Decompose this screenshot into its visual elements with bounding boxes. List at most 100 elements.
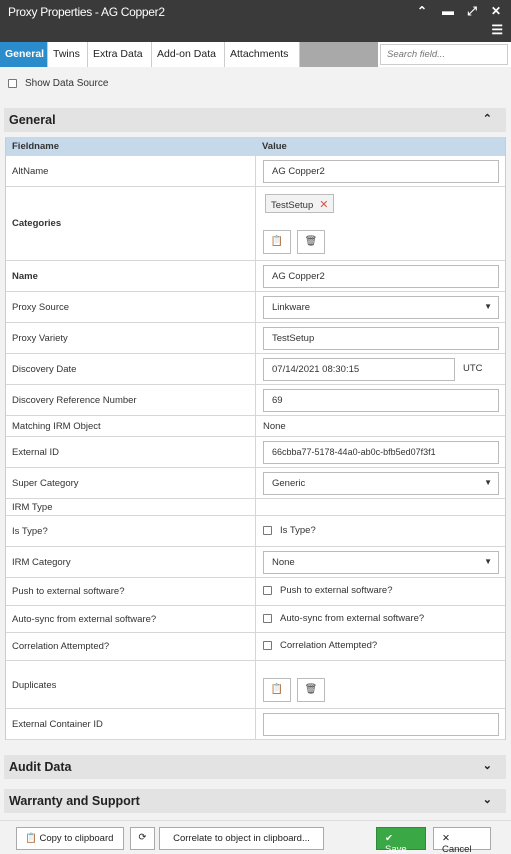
warranty-section-title: Warranty and Support [9,794,140,808]
irm-category-label: IRM Category [12,557,71,568]
row-duplicates: Duplicates 📋 🗑 [6,661,505,709]
tab-bar-filler [300,42,378,67]
paste-icon[interactable]: 📋 [263,678,291,702]
title-bar: Proxy Properties - AG Copper2 ⌃ ▬ ⤢ ✕ ☰ [0,0,511,42]
window-title: Proxy Properties - AG Copper2 [8,5,165,19]
properties-grid: Fieldname Value AltName AG Copper2 Categ… [5,137,506,740]
copy-icon: 📋 [25,833,37,844]
search-input[interactable] [380,44,508,65]
show-data-source-checkbox[interactable] [8,79,17,88]
push-external-checkbox[interactable]: Push to external software? [263,585,392,596]
irm-type-label: IRM Type [12,502,53,513]
save-button[interactable]: ✔ Save [376,827,426,854]
ext-container-label: External Container ID [12,719,103,730]
ext-container-input[interactable] [263,713,499,736]
chevron-up-icon[interactable]: ⌃ [414,4,430,18]
cancel-button-label: Cancel [442,844,472,854]
external-id-input[interactable]: 66cbba77-5178-44a0-ab0c-bfb5ed07f3f1 [263,441,499,464]
proxy-source-select[interactable]: Linkware ▼ [263,296,499,319]
show-data-source[interactable]: Show Data Source [8,78,108,89]
tab-twins[interactable]: Twins [48,42,88,67]
row-altname: AltName AG Copper2 [6,156,505,187]
tab-extra-data[interactable]: Extra Data [88,42,152,67]
proxy-source-value: Linkware [272,302,311,313]
is-type-check[interactable] [263,526,272,535]
row-is-type: Is Type? Is Type? [6,516,505,547]
autosync-checkbox[interactable]: Auto-sync from external software? [263,613,424,624]
discovery-date-input[interactable]: 07/14/2021 08:30:15 [263,358,455,381]
correlation-label: Correlation Attempted? [12,641,110,652]
autosync-check-label: Auto-sync from external software? [280,613,425,624]
refresh-button[interactable]: ⟳ [130,827,155,850]
correlation-checkbox[interactable]: Correlation Attempted? [263,640,377,651]
footer-bar: 📋 Copy to clipboard ⟳ Correlate to objec… [0,820,511,854]
timezone-label: UTC [463,363,483,374]
close-icon[interactable]: ✕ [488,4,504,18]
tab-general[interactable]: General [0,42,48,67]
trash-icon[interactable]: 🗑 [297,230,325,254]
row-autosync: Auto-sync from external software? Auto-s… [6,606,505,633]
row-ext-container: External Container ID [6,709,505,740]
is-type-checkbox[interactable]: Is Type? [263,525,316,536]
categories-label: Categories [12,218,62,229]
discovery-date-label: Discovery Date [12,364,77,375]
row-name: Name AG Copper2 [6,261,505,292]
category-chip-label: TestSetup [271,200,314,211]
copy-button-label: Copy to clipboard [39,833,114,844]
fieldname-header: Fieldname [12,141,59,152]
row-matching-irm: Matching IRM Object None [6,416,505,437]
minimize-icon[interactable]: ▬ [440,4,456,18]
save-button-label: Save [385,844,407,854]
row-correlation: Correlation Attempted? Correlation Attem… [6,633,505,661]
super-category-label: Super Category [12,478,79,489]
autosync-label: Auto-sync from external software? [12,614,157,625]
matching-irm-value: None [263,421,286,432]
autosync-check[interactable] [263,614,272,623]
row-proxy-variety: Proxy Variety TestSetup [6,323,505,354]
row-irm-type: IRM Type [6,499,505,516]
duplicates-label: Duplicates [12,680,57,691]
discovery-ref-input[interactable]: 69 [263,389,499,412]
grid-header: Fieldname Value [6,137,505,156]
remove-icon[interactable]: ✕ [319,199,328,211]
chevron-up-icon[interactable]: ⌃ [483,112,492,125]
tab-attachments[interactable]: Attachments [225,42,300,67]
category-chip: TestSetup ✕ [265,194,335,213]
is-type-check-label: Is Type? [280,525,316,536]
correlation-check[interactable] [263,641,272,650]
show-data-source-label: Show Data Source [25,78,109,89]
irm-category-select[interactable]: None ▼ [263,551,499,574]
discovery-ref-label: Discovery Reference Number [12,395,137,406]
value-header: Value [262,141,287,152]
tab-add-on-data[interactable]: Add-on Data [152,42,225,67]
trash-icon[interactable]: 🗑 [297,678,325,702]
audit-section-header[interactable]: Audit Data ⌄ [4,755,506,779]
dropdown-arrow-icon: ▼ [484,302,492,311]
close-icon: ✕ [442,833,450,844]
dropdown-arrow-icon: ▼ [484,557,492,566]
tab-bar: General Twins Extra Data Add-on Data Att… [0,42,511,67]
maximize-icon[interactable]: ⤢ [464,4,480,19]
row-external-id: External ID 66cbba77-5178-44a0-ab0c-bfb5… [6,437,505,468]
cancel-button[interactable]: ✕ Cancel [433,827,491,854]
chevron-down-icon[interactable]: ⌄ [483,759,492,772]
row-push-external: Push to external software? Push to exter… [6,578,505,606]
row-categories: Categories TestSetup ✕ 📋 🗑 [6,187,505,261]
push-external-check[interactable] [263,586,272,595]
altname-input[interactable]: AG Copper2 [263,160,499,183]
paste-icon[interactable]: 📋 [263,230,291,254]
check-icon: ✔ [385,833,393,844]
row-discovery-ref: Discovery Reference Number 69 [6,385,505,416]
copy-to-clipboard-button[interactable]: 📋 Copy to clipboard [16,827,124,850]
super-category-value: Generic [272,478,306,489]
correlation-check-label: Correlation Attempted? [280,640,378,651]
name-input[interactable]: AG Copper2 [263,265,499,288]
correlate-button[interactable]: Correlate to object in clipboard... [159,827,324,850]
super-category-select[interactable]: Generic ▼ [263,472,499,495]
chevron-down-icon[interactable]: ⌄ [483,793,492,806]
is-type-label: Is Type? [12,526,48,537]
proxy-variety-input[interactable]: TestSetup [263,327,499,350]
warranty-section-header[interactable]: Warranty and Support ⌄ [4,789,506,813]
menu-icon[interactable]: ☰ [491,22,503,38]
general-section-header[interactable]: General ⌃ [4,108,506,132]
